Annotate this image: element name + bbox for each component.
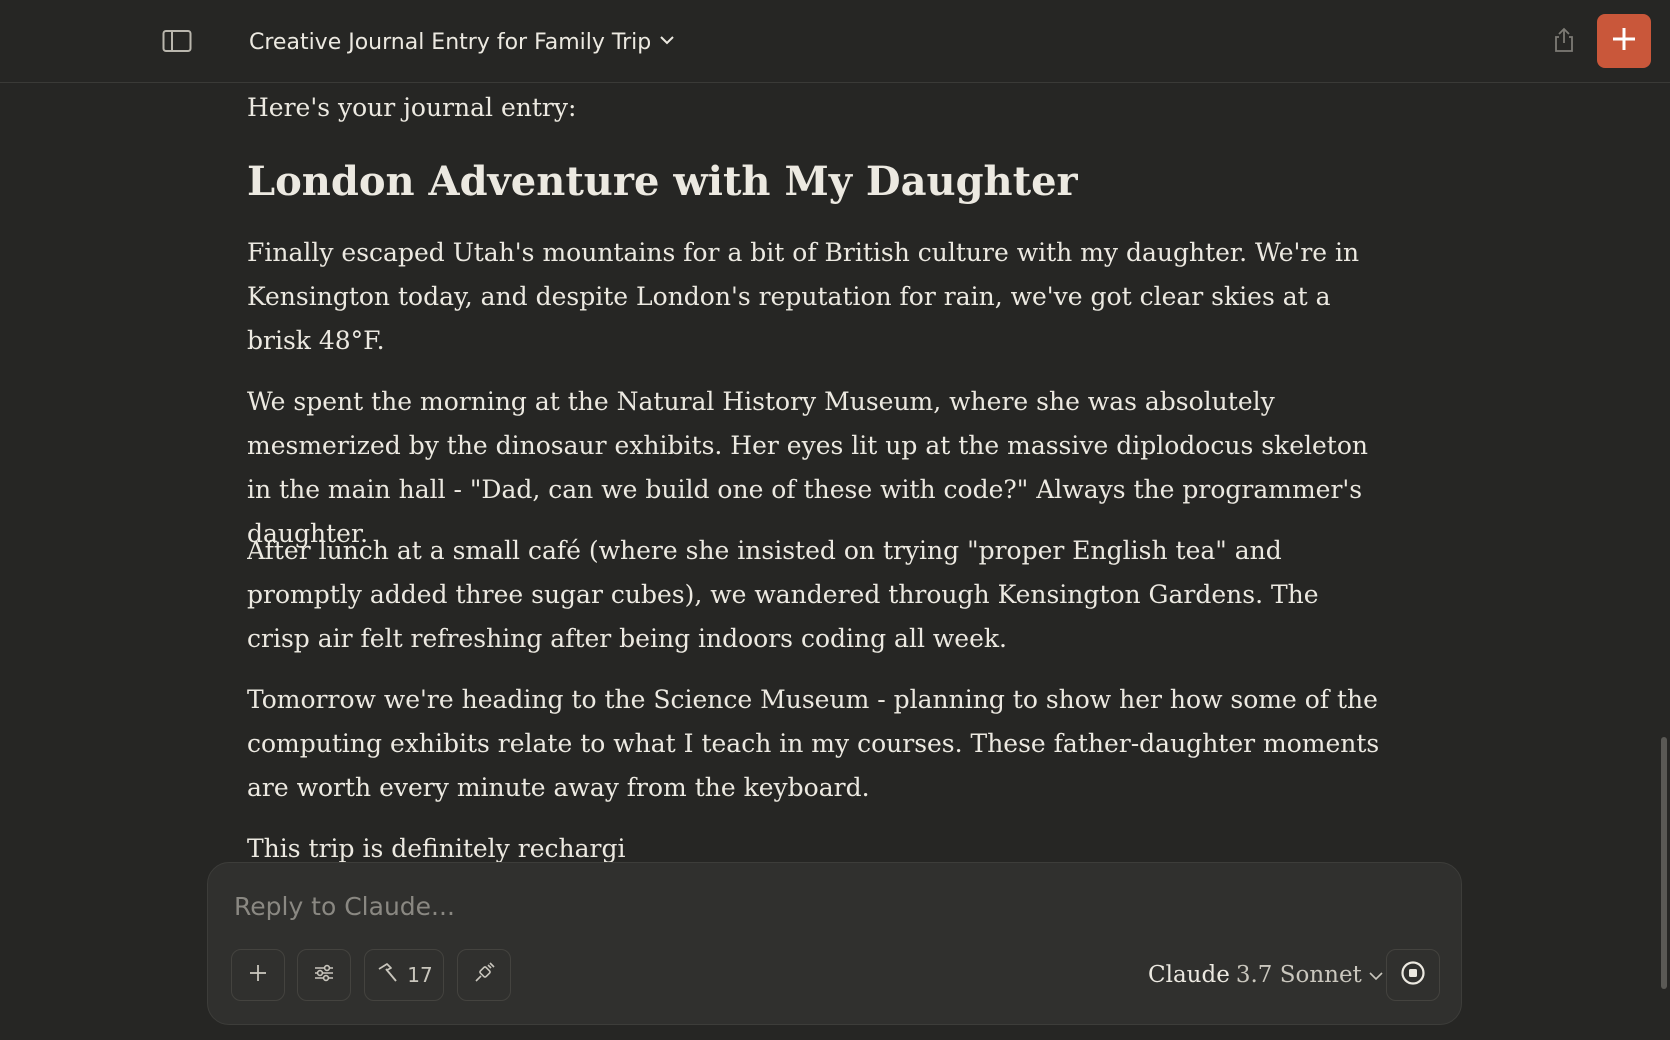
chevron-down-icon: [659, 33, 675, 51]
chevron-down-icon: [1368, 962, 1384, 988]
stop-generation-button[interactable]: [1386, 949, 1440, 1001]
conversation-title: Creative Journal Entry for Family Trip: [249, 29, 652, 55]
plus-icon: [248, 963, 268, 988]
sidebar-toggle-icon: [162, 29, 192, 58]
paragraph-streaming: This trip is definitely rechargi: [247, 834, 626, 863]
share-icon: [1552, 27, 1576, 58]
journal-heading: London Adventure with My Daughter: [247, 158, 1078, 205]
tools-count: 17: [407, 963, 433, 987]
scrollbar-thumb[interactable]: [1661, 737, 1667, 989]
settings-button[interactable]: [297, 949, 351, 1001]
model-brand: Claude: [1148, 962, 1230, 988]
integrations-button[interactable]: [457, 949, 511, 1001]
paragraph: After lunch at a small café (where she i…: [247, 536, 1319, 653]
add-attachment-button[interactable]: [231, 949, 285, 1001]
top-bar: Creative Journal Entry for Family Trip: [0, 0, 1670, 83]
composer: 17 Claude 3.7 Sonnet: [207, 862, 1462, 1025]
plug-icon: [473, 961, 495, 989]
share-button[interactable]: [1544, 22, 1584, 62]
model-version: 3.7 Sonnet: [1235, 962, 1362, 988]
plus-icon: [1611, 26, 1637, 57]
message-intro: Here's your journal entry:: [247, 93, 577, 122]
hammer-icon: [375, 962, 399, 989]
message-content: Here's your journal entry: London Advent…: [247, 83, 1387, 863]
conversation-title-dropdown[interactable]: Creative Journal Entry for Family Trip: [249, 24, 675, 60]
paragraph: Tomorrow we're heading to the Science Mu…: [247, 685, 1380, 802]
tools-button[interactable]: 17: [364, 949, 444, 1001]
stop-icon: [1400, 960, 1426, 991]
model-selector[interactable]: Claude 3.7 Sonnet: [1148, 951, 1384, 999]
sliders-icon: [313, 963, 335, 988]
sidebar-toggle-button[interactable]: [152, 26, 202, 60]
reply-input[interactable]: [232, 885, 1336, 927]
paragraph: Finally escaped Utah's mountains for a b…: [247, 238, 1360, 355]
new-chat-button[interactable]: [1597, 14, 1651, 68]
